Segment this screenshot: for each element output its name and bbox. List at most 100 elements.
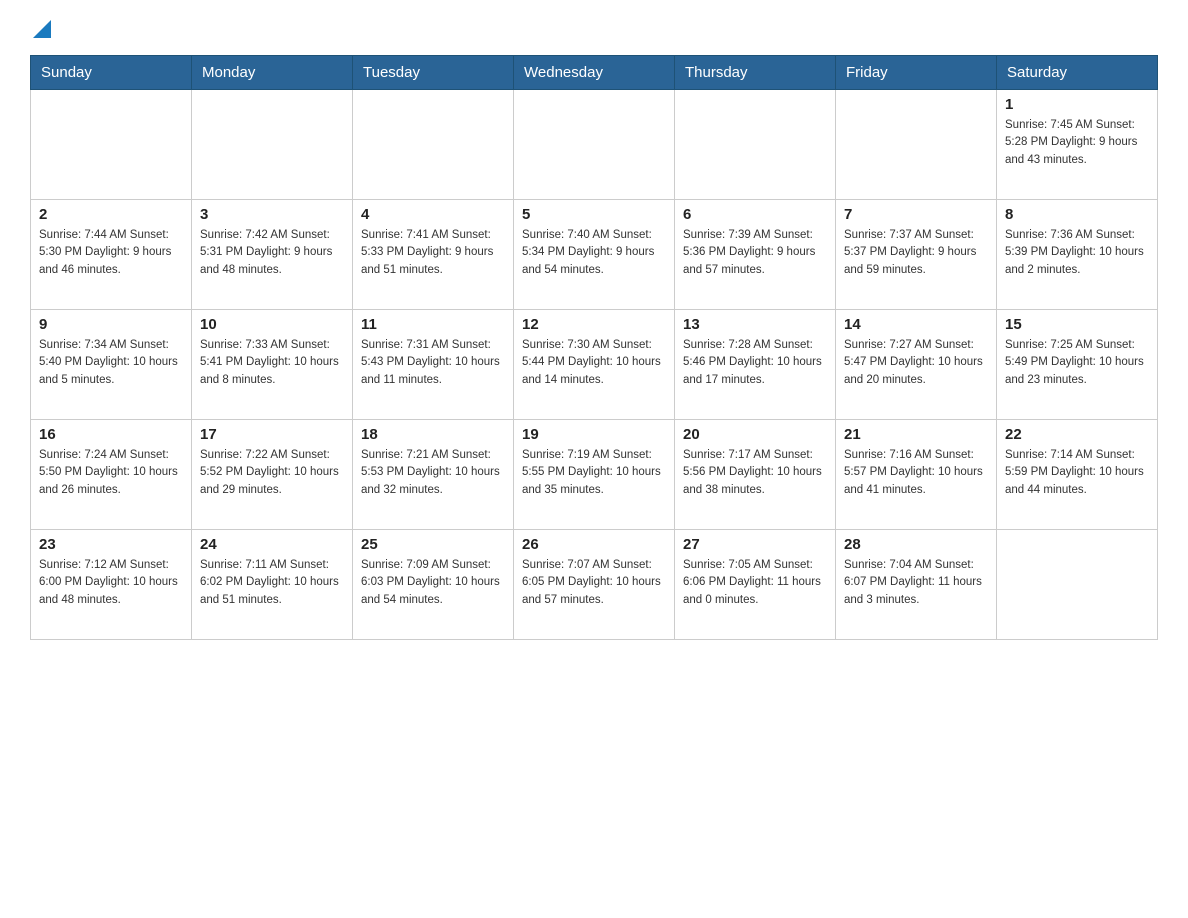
day-cell: 5 Sunrise: 7:40 AM Sunset: 5:34 PM Daylig…	[514, 200, 675, 310]
day-cell: 26 Sunrise: 7:07 AM Sunset: 6:05 PM Dayli…	[514, 530, 675, 640]
day-cell: 25 Sunrise: 7:09 AM Sunset: 6:03 PM Dayli…	[353, 530, 514, 640]
weekday-header-saturday: Saturday	[997, 56, 1158, 90]
day-cell: 21 Sunrise: 7:16 AM Sunset: 5:57 PM Dayli…	[836, 420, 997, 530]
day-cell: 12 Sunrise: 7:30 AM Sunset: 5:44 PM Dayli…	[514, 310, 675, 420]
week-row-4: 16 Sunrise: 7:24 AM Sunset: 5:50 PM Dayli…	[31, 420, 1158, 530]
day-cell	[997, 530, 1158, 640]
day-info: Sunrise: 7:04 AM Sunset: 6:07 PM Dayligh…	[844, 557, 988, 609]
day-cell: 13Sunrise: 7:28 AM Sunset: 5:46 PM Dayli…	[675, 310, 836, 420]
day-cell	[675, 90, 836, 200]
day-number: 25	[361, 536, 505, 553]
week-row-1: 1 Sunrise: 7:45 AM Sunset: 5:28 PM Daylig…	[31, 90, 1158, 200]
day-info: Sunrise: 7:45 AM Sunset: 5:28 PM Dayligh…	[1005, 117, 1149, 169]
day-info: Sunrise: 7:07 AM Sunset: 6:05 PM Dayligh…	[522, 557, 666, 609]
day-cell: 27 Sunrise: 7:05 AM Sunset: 6:06 PM Dayli…	[675, 530, 836, 640]
day-number: 8	[1005, 206, 1149, 223]
day-info: Sunrise: 7:30 AM Sunset: 5:44 PM Dayligh…	[522, 337, 666, 389]
day-cell	[836, 90, 997, 200]
day-number: 28	[844, 536, 988, 553]
day-number: 19	[522, 426, 666, 443]
day-info: Sunrise: 7:33 AM Sunset: 5:41 PM Dayligh…	[200, 337, 344, 389]
day-cell: 28 Sunrise: 7:04 AM Sunset: 6:07 PM Dayli…	[836, 530, 997, 640]
day-number: 9	[39, 316, 183, 333]
day-cell: 8Sunrise: 7:36 AM Sunset: 5:39 PM Daylig…	[997, 200, 1158, 310]
day-info: Sunrise: 7:37 AM Sunset: 5:37 PM Dayligh…	[844, 227, 988, 279]
day-cell: 20 Sunrise: 7:17 AM Sunset: 5:56 PM Dayli…	[675, 420, 836, 530]
weekday-header-friday: Friday	[836, 56, 997, 90]
day-number: 13	[683, 316, 827, 333]
day-info: Sunrise: 7:19 AM Sunset: 5:55 PM Dayligh…	[522, 447, 666, 499]
day-info: Sunrise: 7:24 AM Sunset: 5:50 PM Dayligh…	[39, 447, 183, 499]
day-cell: 23Sunrise: 7:12 AM Sunset: 6:00 PM Dayli…	[31, 530, 192, 640]
day-cell: 19 Sunrise: 7:19 AM Sunset: 5:55 PM Dayli…	[514, 420, 675, 530]
day-number: 26	[522, 536, 666, 553]
day-cell: 6 Sunrise: 7:39 AM Sunset: 5:36 PM Daylig…	[675, 200, 836, 310]
weekday-header-monday: Monday	[192, 56, 353, 90]
day-number: 10	[200, 316, 344, 333]
day-info: Sunrise: 7:17 AM Sunset: 5:56 PM Dayligh…	[683, 447, 827, 499]
day-info: Sunrise: 7:44 AM Sunset: 5:30 PM Dayligh…	[39, 227, 183, 279]
weekday-header-thursday: Thursday	[675, 56, 836, 90]
weekday-header-tuesday: Tuesday	[353, 56, 514, 90]
day-number: 7	[844, 206, 988, 223]
day-number: 2	[39, 206, 183, 223]
day-cell: 9 Sunrise: 7:34 AM Sunset: 5:40 PM Daylig…	[31, 310, 192, 420]
day-cell: 7 Sunrise: 7:37 AM Sunset: 5:37 PM Daylig…	[836, 200, 997, 310]
day-info: Sunrise: 7:22 AM Sunset: 5:52 PM Dayligh…	[200, 447, 344, 499]
day-number: 24	[200, 536, 344, 553]
day-number: 17	[200, 426, 344, 443]
day-cell: 11Sunrise: 7:31 AM Sunset: 5:43 PM Dayli…	[353, 310, 514, 420]
day-info: Sunrise: 7:16 AM Sunset: 5:57 PM Dayligh…	[844, 447, 988, 499]
day-cell: 17 Sunrise: 7:22 AM Sunset: 5:52 PM Dayli…	[192, 420, 353, 530]
day-number: 6	[683, 206, 827, 223]
day-cell: 2 Sunrise: 7:44 AM Sunset: 5:30 PM Daylig…	[31, 200, 192, 310]
day-number: 5	[522, 206, 666, 223]
day-cell: 3Sunrise: 7:42 AM Sunset: 5:31 PM Daylig…	[192, 200, 353, 310]
day-info: Sunrise: 7:40 AM Sunset: 5:34 PM Dayligh…	[522, 227, 666, 279]
day-info: Sunrise: 7:41 AM Sunset: 5:33 PM Dayligh…	[361, 227, 505, 279]
day-info: Sunrise: 7:09 AM Sunset: 6:03 PM Dayligh…	[361, 557, 505, 609]
weekday-header-row: SundayMondayTuesdayWednesdayThursdayFrid…	[31, 56, 1158, 90]
calendar-table: SundayMondayTuesdayWednesdayThursdayFrid…	[30, 55, 1158, 640]
day-info: Sunrise: 7:31 AM Sunset: 5:43 PM Dayligh…	[361, 337, 505, 389]
day-info: Sunrise: 7:25 AM Sunset: 5:49 PM Dayligh…	[1005, 337, 1149, 389]
day-cell: 18 Sunrise: 7:21 AM Sunset: 5:53 PM Dayli…	[353, 420, 514, 530]
day-number: 12	[522, 316, 666, 333]
week-row-2: 2 Sunrise: 7:44 AM Sunset: 5:30 PM Daylig…	[31, 200, 1158, 310]
day-number: 20	[683, 426, 827, 443]
day-number: 1	[1005, 96, 1149, 113]
day-cell: 24 Sunrise: 7:11 AM Sunset: 6:02 PM Dayli…	[192, 530, 353, 640]
day-info: Sunrise: 7:34 AM Sunset: 5:40 PM Dayligh…	[39, 337, 183, 389]
day-number: 15	[1005, 316, 1149, 333]
day-info: Sunrise: 7:05 AM Sunset: 6:06 PM Dayligh…	[683, 557, 827, 609]
weekday-header-sunday: Sunday	[31, 56, 192, 90]
day-cell: 4 Sunrise: 7:41 AM Sunset: 5:33 PM Daylig…	[353, 200, 514, 310]
logo	[30, 20, 51, 39]
day-cell: 15 Sunrise: 7:25 AM Sunset: 5:49 PM Dayli…	[997, 310, 1158, 420]
week-row-3: 9 Sunrise: 7:34 AM Sunset: 5:40 PM Daylig…	[31, 310, 1158, 420]
day-info: Sunrise: 7:21 AM Sunset: 5:53 PM Dayligh…	[361, 447, 505, 499]
day-number: 3	[200, 206, 344, 223]
day-cell	[514, 90, 675, 200]
day-cell	[353, 90, 514, 200]
day-info: Sunrise: 7:12 AM Sunset: 6:00 PM Dayligh…	[39, 557, 183, 609]
day-info: Sunrise: 7:27 AM Sunset: 5:47 PM Dayligh…	[844, 337, 988, 389]
day-info: Sunrise: 7:11 AM Sunset: 6:02 PM Dayligh…	[200, 557, 344, 609]
day-number: 18	[361, 426, 505, 443]
weekday-header-wednesday: Wednesday	[514, 56, 675, 90]
day-number: 4	[361, 206, 505, 223]
day-cell	[31, 90, 192, 200]
day-number: 22	[1005, 426, 1149, 443]
day-cell: 10 Sunrise: 7:33 AM Sunset: 5:41 PM Dayli…	[192, 310, 353, 420]
day-cell: 14 Sunrise: 7:27 AM Sunset: 5:47 PM Dayli…	[836, 310, 997, 420]
page-header	[30, 20, 1158, 39]
day-number: 21	[844, 426, 988, 443]
day-cell	[192, 90, 353, 200]
day-info: Sunrise: 7:14 AM Sunset: 5:59 PM Dayligh…	[1005, 447, 1149, 499]
logo-triangle-icon	[33, 20, 51, 43]
day-cell: 16 Sunrise: 7:24 AM Sunset: 5:50 PM Dayli…	[31, 420, 192, 530]
day-number: 27	[683, 536, 827, 553]
day-number: 14	[844, 316, 988, 333]
day-info: Sunrise: 7:39 AM Sunset: 5:36 PM Dayligh…	[683, 227, 827, 279]
day-number: 16	[39, 426, 183, 443]
